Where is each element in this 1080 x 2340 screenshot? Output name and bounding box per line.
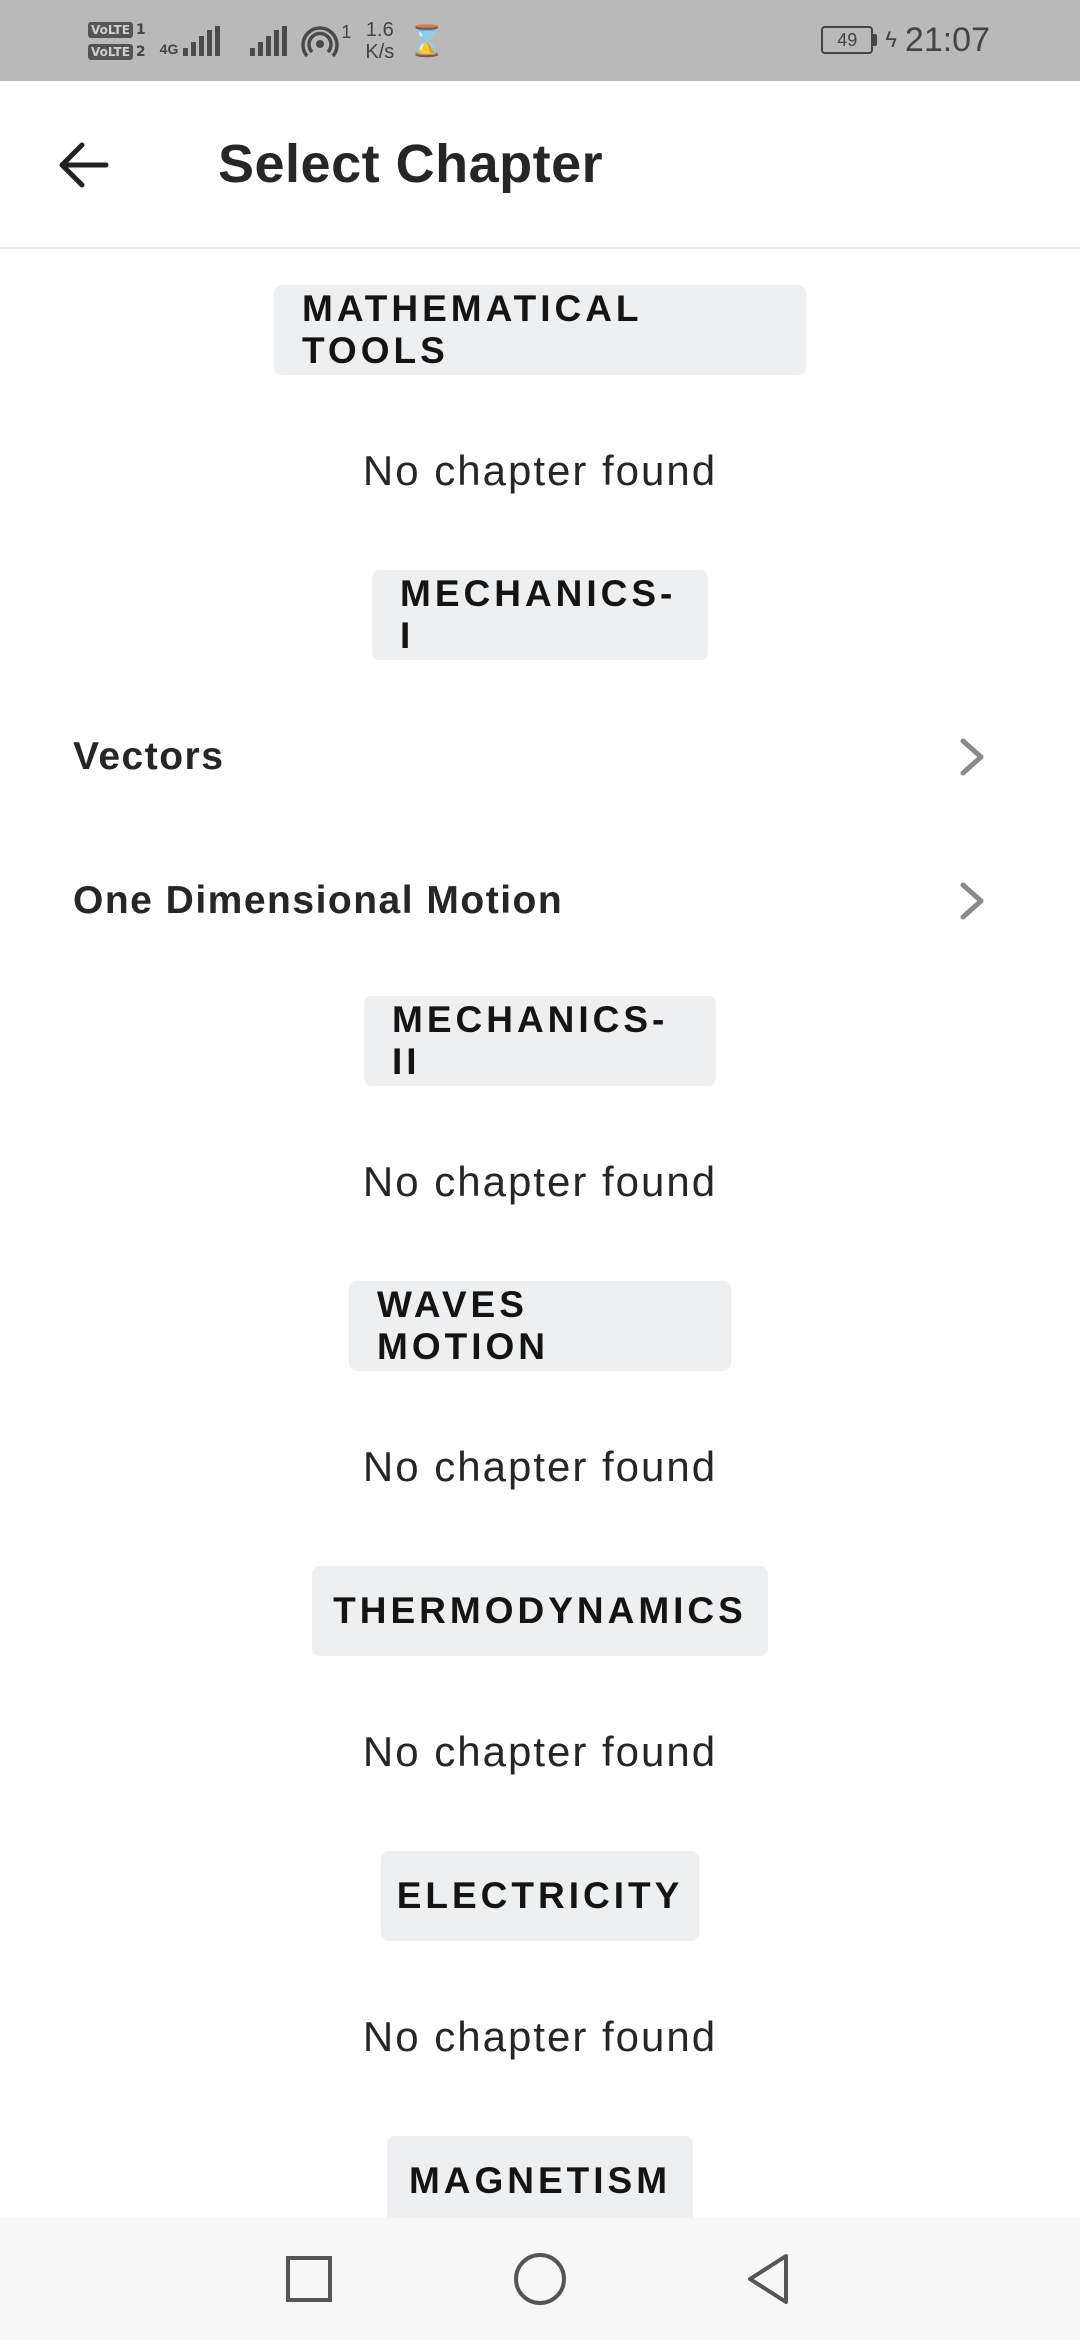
section-header-mathematical-tools: MATHEMATICAL TOOLS xyxy=(274,285,806,375)
volte-sim1-label: VoLTE xyxy=(88,22,133,38)
status-time: 21:07 xyxy=(904,20,990,59)
hotspot-count: 1 xyxy=(341,22,352,42)
section-header-mechanics-ii: MECHANICS-II xyxy=(364,996,716,1086)
status-bar: VoLTE 1 VoLTE 2 4G 1 1.6 K/s ⌛ 49 ϟ 21:0… xyxy=(0,0,1080,81)
screen: VoLTE 1 VoLTE 2 4G 1 1.6 K/s ⌛ 49 ϟ 21:0… xyxy=(0,0,1080,2340)
status-left-group: VoLTE 1 VoLTE 2 4G 1 1.6 K/s ⌛ xyxy=(88,12,446,70)
network-speed-unit: K/s xyxy=(365,41,395,63)
signal-sim1-icon: 4G xyxy=(160,26,221,56)
page-title: Select Chapter xyxy=(218,134,604,194)
chapter-row-one-dimensional-motion[interactable]: One Dimensional Motion xyxy=(0,841,1080,961)
section-header-thermodynamics: THERMODYNAMICS xyxy=(312,1566,768,1656)
volte-sim2: VoLTE 2 xyxy=(88,44,146,60)
chapter-label: One Dimensional Motion xyxy=(73,879,564,922)
section-header-magnetism: MAGNETISM xyxy=(387,2136,693,2218)
square-icon[interactable] xyxy=(278,2248,340,2310)
hourglass-icon: ⌛ xyxy=(408,24,446,58)
battery-icon: 49 xyxy=(821,26,878,54)
chapter-label: Vectors xyxy=(73,735,225,778)
arrow-left-icon xyxy=(59,142,109,188)
empty-state-text: No chapter found xyxy=(362,1443,718,1490)
empty-state-text: No chapter found xyxy=(362,1158,718,1205)
section-header-waves-motion: WAVES MOTION xyxy=(349,1281,731,1371)
volte-sim1-slot: 1 xyxy=(135,22,146,38)
app-bar: Select Chapter xyxy=(0,81,1080,249)
status-right-group: 49 ϟ 21:07 xyxy=(821,14,990,66)
section-header-mechanics-i: MECHANICS-I xyxy=(372,570,708,660)
triangle-back-icon[interactable] xyxy=(738,2248,800,2310)
network-type-label: 4G xyxy=(159,41,179,57)
empty-state-text: No chapter found xyxy=(362,447,718,494)
empty-state-text: No chapter found xyxy=(362,1728,718,1775)
battery-level: 49 xyxy=(821,26,874,54)
signal-sim2-icon xyxy=(250,26,288,56)
volte-sim1: VoLTE 1 xyxy=(88,22,146,38)
volte-sim2-slot: 2 xyxy=(135,44,146,60)
charging-icon: ϟ xyxy=(885,27,897,52)
chevron-right-icon xyxy=(960,882,984,920)
chapter-row-vectors[interactable]: Vectors xyxy=(0,697,1080,817)
system-nav-bar xyxy=(0,2218,1080,2340)
back-button[interactable] xyxy=(40,125,126,205)
empty-state-text: No chapter found xyxy=(362,2013,718,2060)
chapter-list[interactable]: MATHEMATICAL TOOLS No chapter found MECH… xyxy=(0,251,1080,2218)
circle-icon[interactable] xyxy=(509,2248,571,2310)
network-speed: 1.6 K/s xyxy=(365,19,394,63)
volte-sim2-label: VoLTE xyxy=(88,44,133,60)
network-speed-value: 1.6 xyxy=(365,19,394,41)
hotspot-icon: 1 xyxy=(301,22,351,60)
section-header-electricity: ELECTRICITY xyxy=(381,1851,699,1941)
volte-indicators: VoLTE 1 VoLTE 2 xyxy=(88,22,146,60)
chevron-right-icon xyxy=(960,738,984,776)
